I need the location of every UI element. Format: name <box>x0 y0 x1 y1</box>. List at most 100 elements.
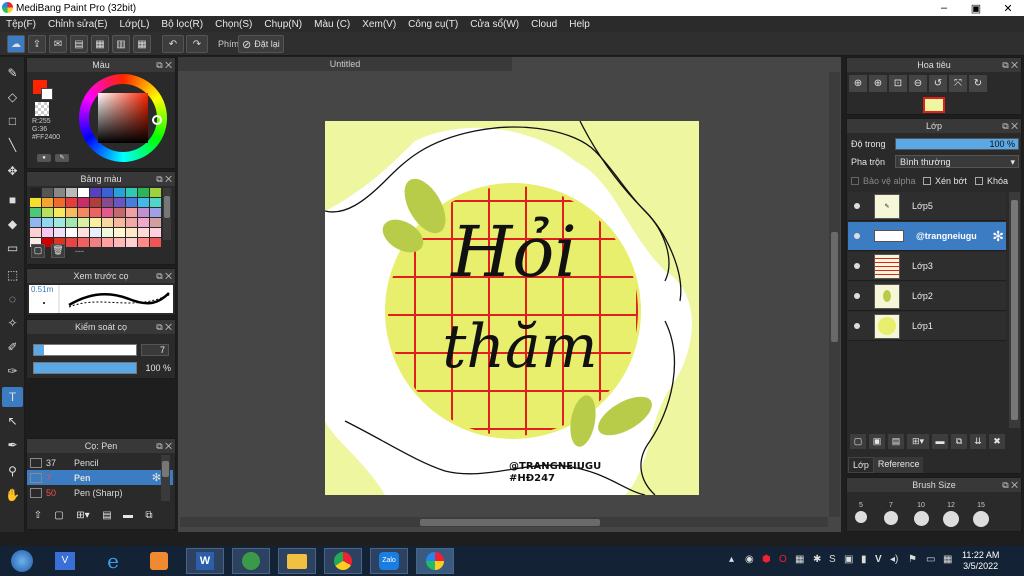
taskbar-app-zalo[interactable]: Zalo <box>370 548 408 574</box>
visibility-icon[interactable] <box>850 199 864 213</box>
folder-icon[interactable]: ▬ <box>120 510 136 524</box>
clipping-checkbox[interactable]: Xén bớt <box>923 176 967 186</box>
palette-swatch[interactable] <box>102 218 113 227</box>
taskbar-app-word[interactable]: W <box>186 548 224 574</box>
layer-row[interactable]: ✎ Lớp5 <box>848 192 1006 221</box>
palette-swatch[interactable] <box>138 188 149 197</box>
palette-swatch[interactable] <box>54 198 65 207</box>
palette-swatch[interactable] <box>30 208 41 217</box>
chat-icon[interactable]: ▤ <box>70 35 88 53</box>
panel-controls-icon[interactable]: ⧉ ✕ <box>156 320 172 334</box>
minimize-button[interactable]: – <box>928 0 960 16</box>
canvas-horizontal-scrollbar[interactable] <box>180 517 828 527</box>
tray-shield-icon[interactable]: ⬢ <box>762 554 771 565</box>
palette-swatch[interactable] <box>66 218 77 227</box>
brush-item-pen[interactable]: 7 Pen ✻ <box>27 470 173 485</box>
palette-swatch[interactable] <box>42 218 53 227</box>
brush-tool-icon[interactable]: ✎ <box>2 63 23 83</box>
close-button[interactable]: ✕ <box>992 0 1024 16</box>
palette-swatch[interactable] <box>138 238 149 247</box>
visibility-icon[interactable] <box>850 229 864 243</box>
gear-icon[interactable]: ✻ <box>152 471 161 484</box>
palette-swatch[interactable] <box>90 208 101 217</box>
select-tool-icon[interactable]: ⬚ <box>2 265 23 285</box>
new-halftone-layer-icon[interactable]: ▣ <box>869 434 885 449</box>
tray-volume-icon[interactable]: ◂) <box>890 554 898 565</box>
tray-network-icon[interactable]: ▦ <box>795 554 804 565</box>
palette-swatch[interactable] <box>138 198 149 207</box>
palette-swatch[interactable] <box>126 218 137 227</box>
palette-swatch[interactable] <box>102 188 113 197</box>
artwork-canvas[interactable]: Hỏi thăm @TRANGNEIUGU #HĐ247 <box>325 121 699 495</box>
palette-swatch[interactable] <box>114 208 125 217</box>
lasso-tool-icon[interactable]: ◌ <box>2 289 23 309</box>
taskbar-app-vietkey[interactable]: V <box>46 548 84 574</box>
menu-window[interactable]: Cửa sổ(W) <box>470 19 519 30</box>
tile-icon[interactable]: ▦ <box>133 35 151 53</box>
brush-item-pen-sharp[interactable]: 50 Pen (Sharp) <box>27 485 173 500</box>
taskbar-app-ie[interactable]: e <box>94 548 132 574</box>
gradient-tool-icon[interactable]: ▭ <box>2 238 23 258</box>
menu-tools[interactable]: Công cụ(T) <box>408 19 458 30</box>
tray-expand-icon[interactable]: ▴ <box>729 554 734 565</box>
palette-swatch[interactable] <box>78 208 89 217</box>
merge-layer-icon[interactable]: ⇊ <box>970 434 986 449</box>
layer-folder-icon[interactable]: ▬ <box>932 434 948 449</box>
tray-flag-icon[interactable]: ⚑ <box>908 554 917 565</box>
palette-swatch[interactable] <box>66 198 77 207</box>
layer-scrollbar[interactable] <box>1009 192 1020 428</box>
taskbar-app-chrome[interactable] <box>324 548 362 574</box>
new-brush-icon[interactable]: ▢ <box>51 510 67 524</box>
palette-swatch[interactable] <box>150 218 161 227</box>
palette-swatch[interactable] <box>78 188 89 197</box>
select-eraser-tool-icon[interactable]: ✑ <box>2 361 23 381</box>
secondary-color-swatch[interactable] <box>41 88 53 100</box>
menu-snap[interactable]: Chụp(N) <box>264 19 302 30</box>
magic-wand-tool-icon[interactable]: ✧ <box>2 313 23 333</box>
text-tool-icon[interactable]: T <box>2 387 23 407</box>
palette-swatch[interactable] <box>30 228 41 237</box>
panel-controls-icon[interactable]: ⧉ ✕ <box>1002 119 1018 133</box>
panel-controls-icon[interactable]: ⧉ ✕ <box>156 58 172 72</box>
palette-swatch[interactable] <box>66 188 77 197</box>
taskbar-app-medibang[interactable] <box>416 548 454 574</box>
upload-icon[interactable]: ⇪ <box>28 35 46 53</box>
menu-layer[interactable]: Lớp(L) <box>120 19 150 30</box>
taskbar-app-media[interactable] <box>140 548 178 574</box>
palette-swatch[interactable] <box>102 228 113 237</box>
palette-swatch[interactable] <box>150 208 161 217</box>
palette-swatch[interactable] <box>90 238 101 247</box>
tray-app-icon[interactable]: ◉ <box>745 554 754 565</box>
document-tab[interactable]: Untitled <box>178 57 512 71</box>
brush-settings-icon[interactable]: ▤ <box>99 510 115 524</box>
protect-alpha-checkbox[interactable]: Bảo vệ alpha <box>851 176 916 186</box>
palette-swatch[interactable] <box>30 198 41 207</box>
tray-bluetooth-icon[interactable]: ✱ <box>813 554 821 565</box>
palette-swatch[interactable] <box>90 188 101 197</box>
palette-swatch[interactable] <box>126 238 137 247</box>
palette-swatch[interactable] <box>114 228 125 237</box>
canvas-vertical-scrollbar[interactable] <box>829 72 840 517</box>
menu-edit[interactable]: Chỉnh sửa(E) <box>48 19 108 30</box>
lock-checkbox[interactable]: Khóa <box>975 176 1008 186</box>
palette-swatch[interactable] <box>138 218 149 227</box>
hand-tool-icon[interactable]: ✋ <box>2 485 23 505</box>
palette-swatch[interactable] <box>30 218 41 227</box>
palette-swatch[interactable] <box>102 198 113 207</box>
taskbar-app-coccoc[interactable] <box>232 548 270 574</box>
rotate-left-icon[interactable]: ↺ <box>929 75 947 92</box>
transparent-swatch[interactable] <box>35 102 49 116</box>
canvas-v-thumb[interactable] <box>831 232 838 342</box>
panel-controls-icon[interactable]: ⧉ ✕ <box>1002 478 1018 492</box>
new-palette-icon[interactable]: ▢ <box>31 244 45 258</box>
tray-language[interactable]: V <box>875 554 882 565</box>
tray-clock[interactable]: 11:22 AM 3/5/2022 <box>962 550 999 572</box>
palette-swatch[interactable] <box>42 228 53 237</box>
palette-swatch[interactable] <box>126 188 137 197</box>
menu-select[interactable]: Chọn(S) <box>215 19 252 30</box>
redo-icon[interactable]: ↷ <box>186 35 208 53</box>
brush-size-preset[interactable]: 7 <box>883 502 899 529</box>
layer-scroll-thumb[interactable] <box>1011 200 1018 420</box>
flip-icon[interactable]: ⤧ <box>949 75 967 92</box>
visibility-icon[interactable] <box>850 259 864 273</box>
